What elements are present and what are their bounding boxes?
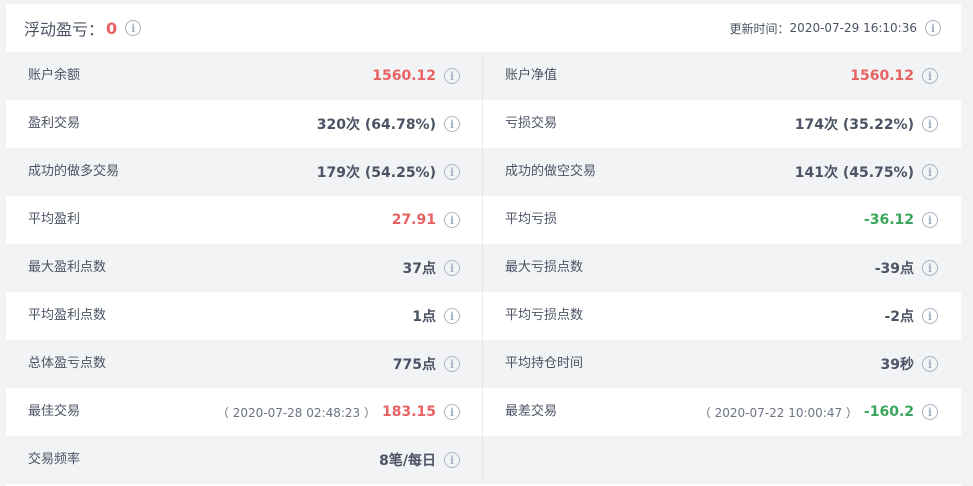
stat-value: -36.12 [863, 212, 914, 228]
stat-label: 最大盈利点数 [28, 260, 107, 275]
stats-row: 最佳交易 （ 2020-07-28 02:48:23 ） 183.15 i 最差… [6, 388, 961, 436]
floating-pnl: 浮动盈亏： 0 i [24, 16, 142, 40]
stat-value: 179次 (54.25%) [316, 165, 436, 181]
stat-value: 174次 (35.22%) [794, 117, 914, 133]
stat-value: 1点 [412, 309, 436, 325]
stat-average-loss: 平均亏损 -36.12 i [483, 196, 960, 244]
stat-account-balance: 账户余额 1560.12 i [6, 52, 483, 100]
stat-timestamp: （ 2020-07-22 10:00:47 ） [698, 405, 858, 420]
stat-max-profit-points: 最大盈利点数 37点 i [6, 244, 483, 292]
stat-value: 1560.12 [372, 68, 436, 84]
stat-label: 最差交易 [505, 404, 558, 419]
stat-total-pnl-points: 总体盈亏点数 775点 i [6, 340, 483, 388]
floating-pnl-value: 0 [106, 18, 118, 38]
stat-value: 39秒 [880, 357, 914, 373]
update-time: 更新时间： 2020-07-29 16:10:36 i [730, 17, 941, 39]
stats-row: 成功的做多交易 179次 (54.25%) i 成功的做空交易 141次 (45… [6, 148, 961, 196]
stat-label: 成功的做多交易 [28, 164, 120, 179]
stats-grid: 账户余额 1560.12 i 账户净值 1560.12 i 盈利交易 320次 … [6, 52, 961, 484]
account-stats-panel: 浮动盈亏： 0 i 更新时间： 2020-07-29 16:10:36 i 账户… [6, 4, 961, 486]
stat-trade-frequency: 交易频率 8笔/每日 i [6, 436, 483, 484]
info-icon[interactable]: i [922, 404, 938, 420]
stat-value: 1560.12 [850, 68, 914, 84]
stat-value: 183.15 [381, 404, 436, 420]
stat-value: 8笔/每日 [379, 453, 436, 469]
stat-label: 成功的做空交易 [505, 164, 597, 179]
stat-successful-long: 成功的做多交易 179次 (54.25%) i [6, 148, 483, 196]
stat-average-profit-points: 平均盈利点数 1点 i [6, 292, 483, 340]
stat-value: 27.91 [391, 212, 436, 228]
stat-label: 平均盈利点数 [28, 308, 107, 323]
info-icon[interactable]: i [922, 356, 938, 372]
stat-timestamp: （ 2020-07-28 02:48:23 ） [216, 405, 376, 420]
stats-row: 交易频率 8笔/每日 i [6, 436, 961, 484]
info-icon[interactable]: i [444, 212, 460, 228]
stat-worst-trade: 最差交易 （ 2020-07-22 10:00:47 ） -160.2 i [483, 388, 960, 436]
info-icon[interactable]: i [922, 116, 938, 132]
stat-value: -39点 [874, 261, 914, 277]
stat-average-profit: 平均盈利 27.91 i [6, 196, 483, 244]
info-icon[interactable]: i [444, 404, 460, 420]
stat-label: 账户余额 [28, 68, 81, 83]
info-icon[interactable]: i [444, 116, 460, 132]
stat-average-loss-points: 平均亏损点数 -2点 i [483, 292, 960, 340]
stats-row: 盈利交易 320次 (64.78%) i 亏损交易 174次 (35.22%) … [6, 100, 961, 148]
empty-cell [483, 436, 960, 484]
stat-value: -2点 [884, 309, 914, 325]
info-icon[interactable]: i [444, 164, 460, 180]
stats-row: 账户余额 1560.12 i 账户净值 1560.12 i [6, 52, 961, 100]
stats-row: 平均盈利点数 1点 i 平均亏损点数 -2点 i [6, 292, 961, 340]
stat-average-holding-time: 平均持仓时间 39秒 i [483, 340, 960, 388]
info-icon[interactable]: i [922, 260, 938, 276]
stat-value: 141次 (45.75%) [794, 165, 914, 181]
stat-value: 775点 [392, 357, 436, 373]
stat-successful-short: 成功的做空交易 141次 (45.75%) i [483, 148, 960, 196]
floating-pnl-label: 浮动盈亏： [24, 20, 105, 39]
stat-label: 账户净值 [505, 68, 558, 83]
panel-header: 浮动盈亏： 0 i 更新时间： 2020-07-29 16:10:36 i [6, 4, 961, 52]
update-time-label: 更新时间： [729, 21, 790, 36]
stats-row: 平均盈利 27.91 i 平均亏损 -36.12 i [6, 196, 961, 244]
stats-row: 总体盈亏点数 775点 i 平均持仓时间 39秒 i [6, 340, 961, 388]
stat-losing-trades: 亏损交易 174次 (35.22%) i [483, 100, 960, 148]
stat-max-loss-points: 最大亏损点数 -39点 i [483, 244, 960, 292]
stats-row: 最大盈利点数 37点 i 最大亏损点数 -39点 i [6, 244, 961, 292]
stat-value: 37点 [402, 261, 436, 277]
info-icon[interactable]: i [925, 20, 941, 36]
info-icon[interactable]: i [922, 68, 938, 84]
info-icon[interactable]: i [922, 308, 938, 324]
stat-winning-trades: 盈利交易 320次 (64.78%) i [6, 100, 483, 148]
stat-value: -160.2 [863, 404, 914, 420]
stat-label: 亏损交易 [505, 116, 558, 131]
info-icon[interactable]: i [444, 356, 460, 372]
info-icon[interactable]: i [125, 20, 142, 36]
stat-label: 总体盈亏点数 [28, 356, 107, 371]
info-icon[interactable]: i [444, 68, 460, 84]
info-icon[interactable]: i [444, 260, 460, 276]
stat-label: 盈利交易 [28, 116, 81, 131]
info-icon[interactable]: i [444, 308, 460, 324]
stat-label: 平均亏损 [505, 212, 558, 227]
info-icon[interactable]: i [444, 452, 460, 468]
info-icon[interactable]: i [922, 212, 938, 228]
stat-label: 最佳交易 [28, 404, 81, 419]
stat-label: 平均盈利 [28, 212, 81, 227]
stat-label: 平均亏损点数 [505, 308, 584, 323]
info-icon[interactable]: i [922, 164, 938, 180]
update-time-value: 2020-07-29 16:10:36 [789, 21, 917, 35]
stat-value: 320次 (64.78%) [316, 117, 436, 133]
stat-label: 平均持仓时间 [505, 356, 584, 371]
stat-label: 交易频率 [28, 452, 81, 467]
stat-account-equity: 账户净值 1560.12 i [483, 52, 960, 100]
stat-best-trade: 最佳交易 （ 2020-07-28 02:48:23 ） 183.15 i [6, 388, 483, 436]
stat-label: 最大亏损点数 [505, 260, 584, 275]
